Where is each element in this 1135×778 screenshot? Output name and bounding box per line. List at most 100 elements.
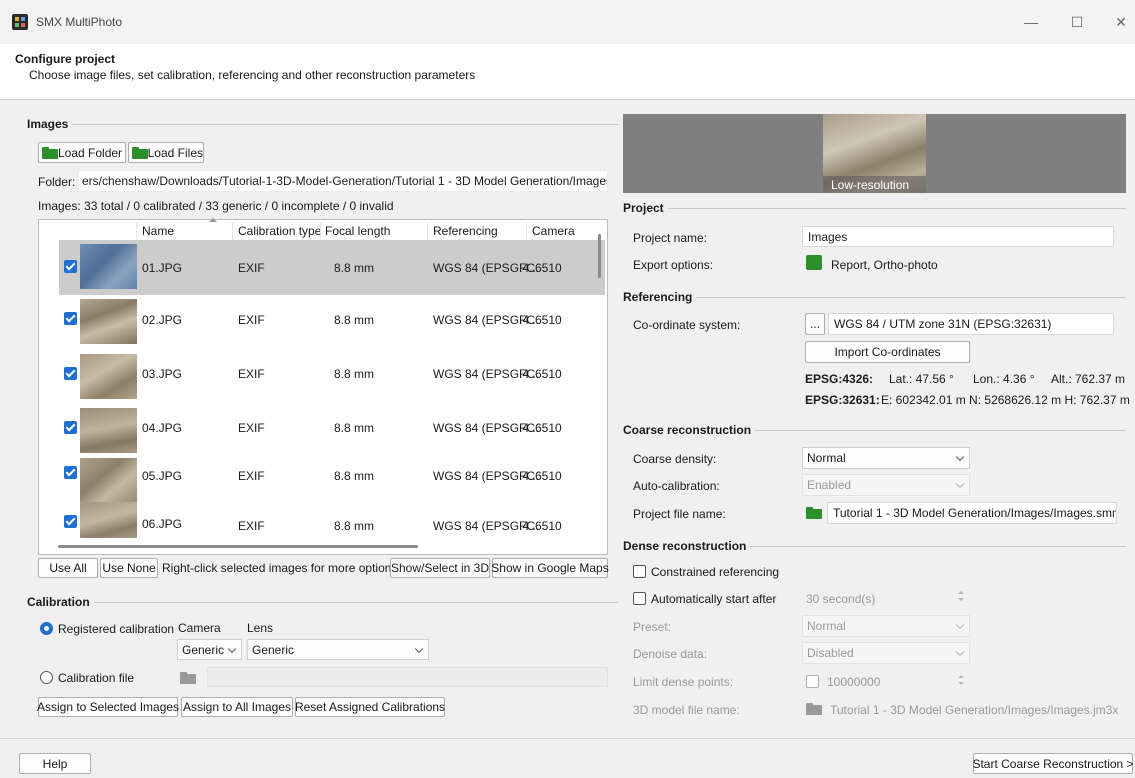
lens-select[interactable]: Generic: [247, 639, 429, 660]
reset-calibrations-button[interactable]: Reset Assigned Calibrations: [295, 697, 445, 717]
show-select-3d-button[interactable]: Show/Select in 3D: [390, 558, 490, 578]
coordinate-system-browse-button[interactable]: ...: [805, 313, 825, 335]
coarse-section-title: Coarse reconstruction: [623, 423, 756, 437]
sort-ascending-icon: [209, 218, 217, 222]
auto-start-value[interactable]: 30 second(s): [806, 592, 875, 606]
assign-selected-button[interactable]: Assign to Selected Images: [37, 697, 179, 717]
show-google-maps-button[interactable]: Show in Google Maps: [491, 558, 609, 578]
project-name-input[interactable]: Images: [802, 226, 1114, 247]
use-all-button[interactable]: Use All: [38, 558, 98, 578]
dense-section-title: Dense reconstruction: [623, 539, 751, 553]
image-thumbnail: [80, 458, 137, 503]
limit-points-value[interactable]: 10000000: [827, 675, 880, 689]
horizontal-scrollbar[interactable]: [58, 545, 418, 548]
cell-focal: 8.8 mm: [334, 261, 375, 275]
epsg4326-lon: Lon.: 4.36 °: [973, 372, 1035, 386]
cell-camera: FC6510: [519, 261, 562, 275]
model-file-value[interactable]: Tutorial 1 - 3D Model Generation/Images/…: [830, 703, 1118, 717]
coordinate-system-field[interactable]: WGS 84 / UTM zone 31N (EPSG:32631): [828, 313, 1114, 335]
preset-select[interactable]: Normal: [802, 615, 970, 637]
column-header-name[interactable]: Name: [142, 224, 174, 238]
cell-name: 04.JPG: [142, 421, 183, 435]
export-options-label: Export options:: [633, 258, 714, 272]
registered-calibration-label: Registered calibration: [58, 622, 175, 636]
cell-name: 03.JPG: [142, 367, 183, 381]
column-divider: [136, 222, 137, 242]
column-header-camera[interactable]: Camera: [532, 224, 575, 238]
chevron-down-icon: [955, 620, 965, 630]
calibration-file-label: Calibration file: [58, 671, 135, 685]
use-none-button[interactable]: Use None: [100, 558, 158, 578]
column-header-referencing[interactable]: Referencing: [433, 224, 498, 238]
calibration-file-field[interactable]: [207, 667, 608, 687]
row-checkbox[interactable]: [64, 466, 77, 479]
image-thumbnail: [80, 299, 137, 344]
calibration-file-radio[interactable]: [40, 671, 53, 684]
limit-points-checkbox[interactable]: [806, 675, 819, 688]
auto-calibration-select[interactable]: Enabled: [802, 474, 970, 496]
coarse-density-label: Coarse density:: [633, 452, 717, 466]
registered-calibration-radio[interactable]: [40, 622, 53, 635]
denoise-select[interactable]: Disabled: [802, 642, 970, 664]
cell-focal: 8.8 mm: [334, 367, 375, 381]
assign-all-button[interactable]: Assign to All Images: [181, 697, 293, 717]
folder-add-icon: [806, 507, 822, 519]
cell-camera: FC6510: [519, 519, 562, 533]
spinner-arrows-icon[interactable]: [956, 673, 964, 687]
image-thumbnail: [80, 408, 137, 453]
chevron-down-icon: [955, 647, 965, 657]
vertical-scrollbar[interactable]: [598, 234, 601, 278]
load-folder-button[interactable]: Load Folder: [38, 142, 126, 163]
project-name-label: Project name:: [633, 231, 708, 245]
images-section-divider: [28, 124, 618, 125]
column-header-focal[interactable]: Focal length: [325, 224, 390, 238]
help-button[interactable]: Help: [19, 753, 91, 774]
project-file-browse[interactable]: [806, 507, 822, 522]
cell-calibration: EXIF: [238, 313, 265, 327]
row-checkbox[interactable]: [64, 515, 77, 528]
epsg32631-value: E: 602342.01 m N: 5268626.12 m H: 762.37…: [881, 393, 1130, 407]
close-button[interactable]: ✕: [1104, 10, 1135, 34]
cell-name: 01.JPG: [142, 261, 183, 275]
cell-calibration: EXIF: [238, 519, 265, 533]
referencing-section-title: Referencing: [623, 290, 697, 304]
sliders-icon[interactable]: [806, 255, 822, 270]
coarse-density-select[interactable]: Normal: [802, 447, 970, 469]
cell-calibration: EXIF: [238, 469, 265, 483]
folder-path-field[interactable]: ers/chenshaw/Downloads/Tutorial-1-3D-Mod…: [78, 170, 608, 192]
model-file-browse[interactable]: [806, 703, 822, 718]
camera-select[interactable]: Generic: [177, 639, 242, 660]
minimize-button[interactable]: —: [1014, 10, 1048, 34]
folder-add-icon: [806, 703, 822, 715]
cell-calibration: EXIF: [238, 261, 265, 275]
row-checkbox[interactable]: [64, 421, 77, 434]
coordinate-system-label: Co-ordinate system:: [633, 318, 741, 332]
cell-camera: FC6510: [519, 469, 562, 483]
cell-camera: FC6510: [519, 313, 562, 327]
context-hint: Right-click selected images for more opt…: [162, 561, 401, 575]
load-files-button[interactable]: Load Files: [128, 142, 204, 163]
import-coordinates-button[interactable]: Import Co-ordinates: [805, 341, 970, 363]
row-checkbox[interactable]: [64, 260, 77, 273]
maximize-button[interactable]: ☐: [1060, 10, 1094, 34]
image-thumbnail: [80, 354, 137, 399]
limit-points-label: Limit dense points:: [633, 675, 734, 689]
column-header-calibration[interactable]: Calibration type: [238, 224, 321, 238]
project-file-field[interactable]: Tutorial 1 - 3D Model Generation/Images/…: [827, 502, 1117, 524]
start-coarse-reconstruction-button[interactable]: Start Coarse Reconstruction >: [972, 753, 1134, 774]
auto-start-checkbox[interactable]: [633, 592, 646, 605]
page-subtitle: Choose image files, set calibration, ref…: [29, 68, 476, 82]
row-checkbox[interactable]: [64, 367, 77, 380]
epsg32631-label: EPSG:32631:: [805, 393, 880, 407]
chevron-down-icon: [227, 644, 237, 653]
row-checkbox[interactable]: [64, 312, 77, 325]
calibration-file-browse[interactable]: [180, 672, 196, 687]
image-thumbnail: [80, 502, 137, 538]
chevron-down-icon: [955, 479, 965, 489]
constrained-referencing-checkbox[interactable]: [633, 565, 646, 578]
chevron-down-icon: [955, 452, 965, 462]
spinner-arrows-icon[interactable]: [956, 589, 964, 603]
page-title: Configure project: [15, 52, 116, 66]
cell-name: 06.JPG: [142, 517, 183, 531]
lens-label: Lens: [247, 621, 274, 635]
